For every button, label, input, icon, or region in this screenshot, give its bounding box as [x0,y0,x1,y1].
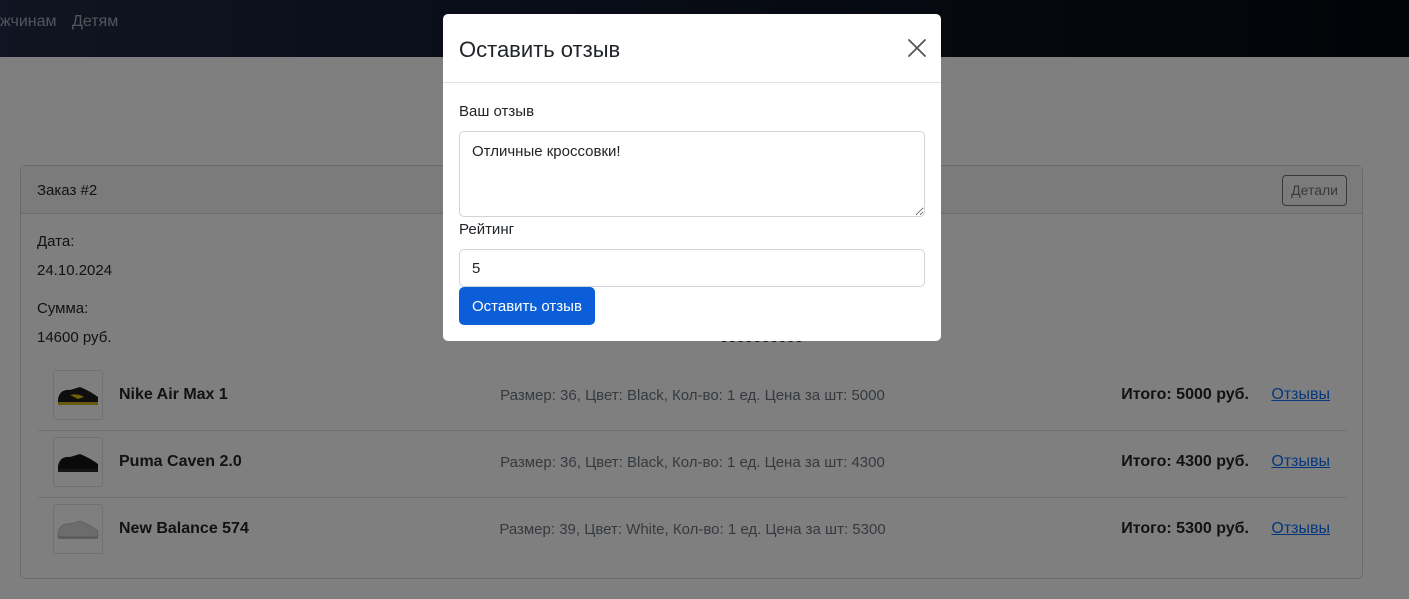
rating-input[interactable] [459,249,925,287]
rating-label: Рейтинг [459,221,515,238]
review-textarea[interactable]: Отличные кроссовки! [459,131,925,217]
modal-title: Оставить отзыв [459,37,621,62]
modal-header: Оставить отзыв [443,14,941,83]
review-modal: Оставить отзыв Ваш отзыв Отличные кроссо… [443,14,941,341]
close-icon[interactable] [907,38,927,58]
submit-review-button[interactable]: Оставить отзыв [459,287,595,325]
review-label: Ваш отзыв [459,103,535,120]
